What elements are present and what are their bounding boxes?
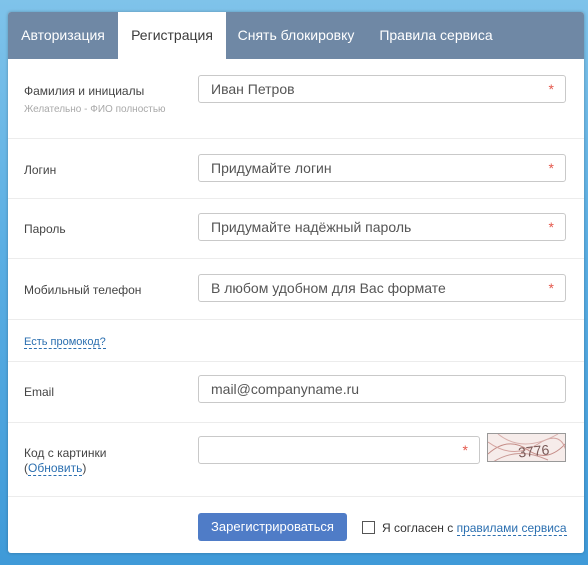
agree-label: Я согласен с правилами сервиса [382, 521, 567, 536]
email-placeholder: mail@companyname.ru [211, 381, 360, 397]
tab-service-rules[interactable]: Правила сервиса [366, 12, 506, 59]
fullname-input[interactable]: Иван Петров * [198, 75, 566, 103]
login-input[interactable]: Придумайте логин * [198, 154, 566, 182]
login-placeholder: Придумайте логин [211, 160, 332, 176]
captcha-input[interactable]: * [198, 436, 480, 464]
fullname-label: Фамилия и инициалы [24, 84, 145, 98]
tab-bar: Авторизация Регистрация Снять блокировку… [8, 12, 584, 59]
register-button[interactable]: Зарегистрироваться [198, 513, 347, 541]
captcha-refresh-link[interactable]: Обновить [28, 461, 83, 476]
submit-row: Зарегистрироваться Я согласен с правилам… [8, 497, 584, 553]
required-mark: * [548, 280, 554, 296]
login-row: Логин Придумайте логин * [8, 139, 584, 199]
login-label: Логин [24, 163, 57, 177]
tab-registration[interactable]: Регистрация [118, 12, 226, 59]
phone-label: Мобильный телефон [24, 283, 142, 297]
promo-row: Есть промокод? [8, 320, 584, 362]
paren-close: ) [82, 461, 87, 475]
password-row: Пароль Придумайте надёжный пароль * [8, 199, 584, 259]
tab-authorization[interactable]: Авторизация [8, 12, 118, 59]
service-rules-link[interactable]: правилами сервиса [456, 521, 567, 536]
promo-wrapper: Есть промокод? [24, 336, 106, 349]
phone-row: Мобильный телефон В любом удобном для Ва… [8, 259, 584, 320]
phone-input[interactable]: В любом удобном для Вас формате * [198, 274, 566, 302]
email-input[interactable]: mail@companyname.ru [198, 375, 566, 403]
captcha-row: Код с картинки (Обновить) * 3776 [8, 423, 584, 497]
fullname-row: Фамилия и инициалы Желательно - ФИО полн… [8, 59, 584, 139]
agree-text: Я согласен с [382, 521, 454, 535]
password-input[interactable]: Придумайте надёжный пароль * [198, 213, 566, 241]
tab-unblock[interactable]: Снять блокировку [226, 12, 366, 59]
promo-code-link[interactable]: Есть промокод? [24, 336, 106, 349]
captcha-label: Код с картинки [24, 446, 107, 460]
required-mark: * [548, 219, 554, 235]
captcha-refresh-wrapper: (Обновить) [24, 461, 87, 476]
email-label: Email [24, 385, 55, 399]
captcha-noise-icon: 3776 [488, 434, 565, 461]
required-mark: * [548, 81, 554, 97]
phone-placeholder: В любом удобном для Вас формате [211, 280, 446, 296]
required-mark: * [462, 442, 468, 458]
registration-panel: Авторизация Регистрация Снять блокировку… [8, 12, 584, 553]
required-mark: * [548, 160, 554, 176]
email-row: Email mail@companyname.ru [8, 362, 584, 423]
password-label: Пароль [24, 222, 66, 236]
fullname-value: Иван Петров [211, 81, 295, 97]
fullname-hint: Желательно - ФИО полностью [24, 104, 166, 115]
captcha-text: 3776 [517, 441, 550, 460]
agree-checkbox[interactable] [362, 521, 375, 534]
captcha-image: 3776 [487, 433, 566, 462]
password-placeholder: Придумайте надёжный пароль [211, 219, 412, 235]
